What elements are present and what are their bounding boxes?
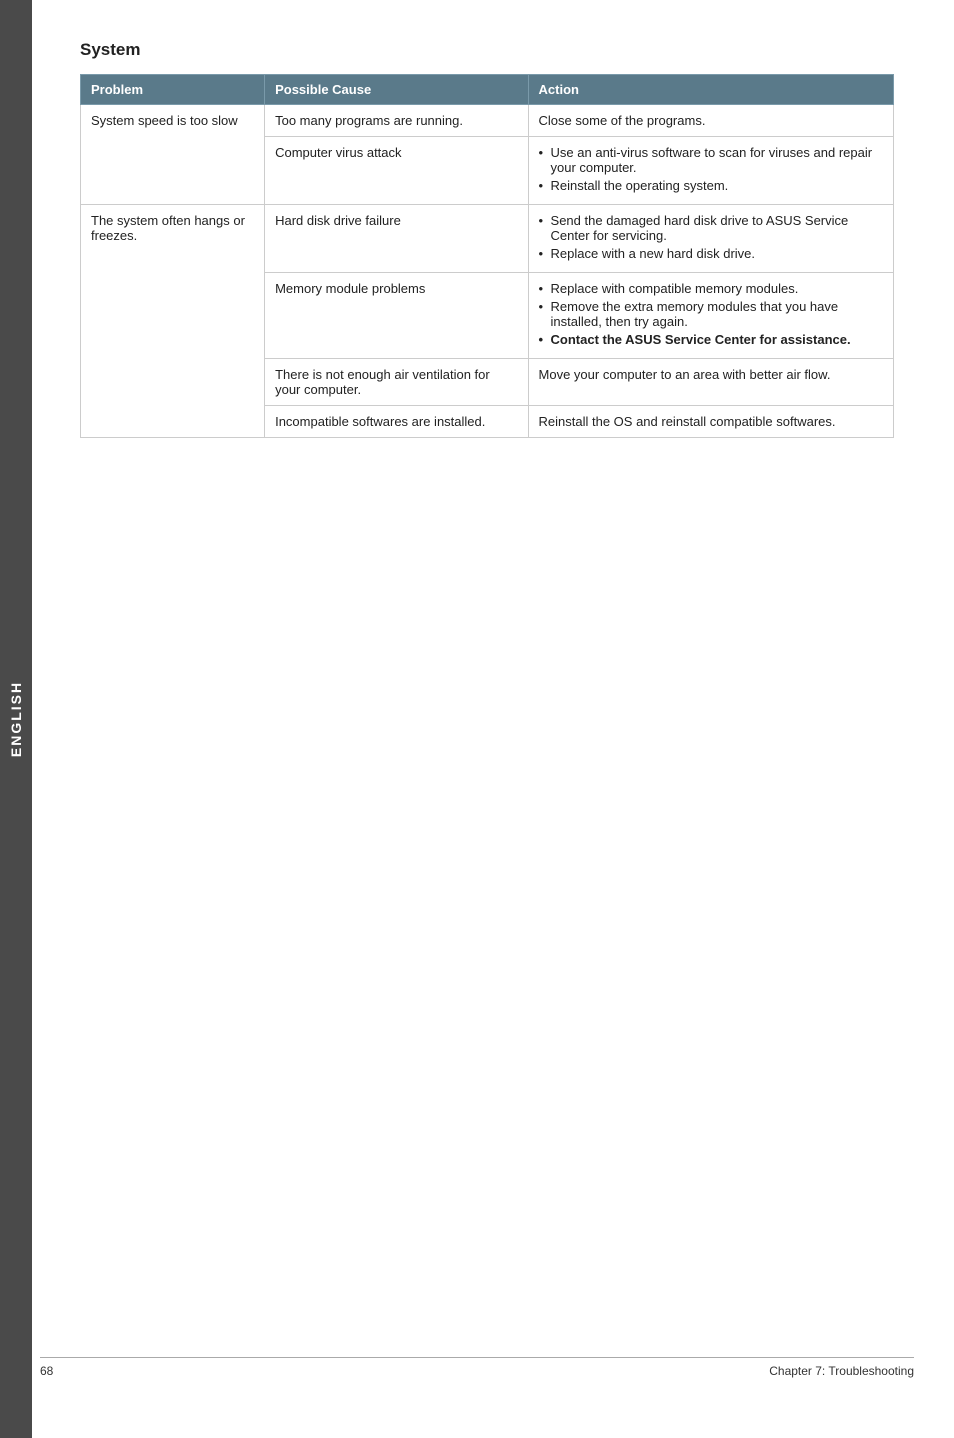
cause-cell: Memory module problems xyxy=(265,273,528,359)
action-cell: Send the damaged hard disk drive to ASUS… xyxy=(528,205,893,273)
problem-cell: The system often hangs or freezes. xyxy=(81,205,265,438)
action-item: Use an anti-virus software to scan for v… xyxy=(539,145,883,175)
action-item: Remove the extra memory modules that you… xyxy=(539,299,883,329)
cause-cell: Hard disk drive failure xyxy=(265,205,528,273)
troubleshooting-table: Problem Possible Cause Action System spe… xyxy=(80,74,894,438)
action-cell: Reinstall the OS and reinstall compatibl… xyxy=(528,406,893,438)
col-header-action: Action xyxy=(528,75,893,105)
action-item: Contact the ASUS Service Center for assi… xyxy=(539,332,883,347)
section-title: System xyxy=(80,40,894,60)
sidebar: ENGLISH xyxy=(0,0,32,1438)
cause-cell: Incompatible softwares are installed. xyxy=(265,406,528,438)
col-header-possible-cause: Possible Cause xyxy=(265,75,528,105)
cause-cell: Computer virus attack xyxy=(265,137,528,205)
action-cell: Use an anti-virus software to scan for v… xyxy=(528,137,893,205)
problem-cell: System speed is too slow xyxy=(81,105,265,205)
chapter-label: Chapter 7: Troubleshooting xyxy=(769,1364,914,1378)
table-row: System speed is too slowToo many program… xyxy=(81,105,894,137)
action-cell: Move your computer to an area with bette… xyxy=(528,359,893,406)
cause-cell: Too many programs are running. xyxy=(265,105,528,137)
action-cell: Replace with compatible memory modules. R… xyxy=(528,273,893,359)
main-content: System Problem Possible Cause Action Sys… xyxy=(40,0,954,498)
page-number: 68 xyxy=(40,1364,53,1378)
footer: 68 Chapter 7: Troubleshooting xyxy=(40,1357,914,1378)
action-item: Send the damaged hard disk drive to ASUS… xyxy=(539,213,883,243)
action-item: Reinstall the operating system. xyxy=(539,178,883,193)
table-row: The system often hangs or freezes.Hard d… xyxy=(81,205,894,273)
col-header-problem: Problem xyxy=(81,75,265,105)
sidebar-label: ENGLISH xyxy=(8,681,24,757)
cause-cell: There is not enough air ventilation for … xyxy=(265,359,528,406)
action-cell: Close some of the programs. xyxy=(528,105,893,137)
action-item: Replace with compatible memory modules. xyxy=(539,281,883,296)
table-header-row: Problem Possible Cause Action xyxy=(81,75,894,105)
action-item: Replace with a new hard disk drive. xyxy=(539,246,883,261)
